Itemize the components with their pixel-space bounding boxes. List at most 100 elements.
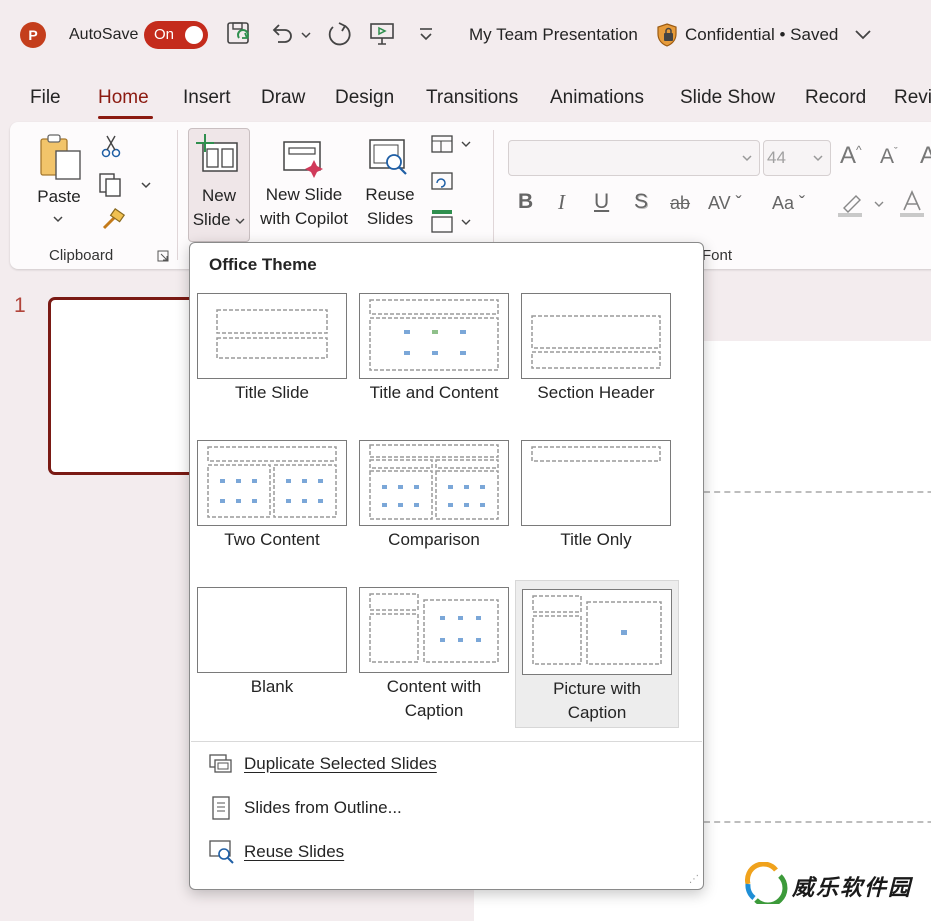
tab-slide-show[interactable]: Slide Show [680, 87, 775, 109]
layout-label: Title Slide [234, 383, 309, 402]
layout-label: Title Only [560, 530, 632, 549]
font-size-chevron-icon [813, 155, 823, 162]
layout-gallery-header: Office Theme [209, 255, 317, 274]
layout-two-content[interactable]: Two Content [191, 432, 353, 552]
font-name-combobox[interactable] [508, 140, 760, 176]
undo-dropdown-chevron-icon[interactable] [300, 30, 312, 40]
layout-label: Two Content [224, 530, 320, 549]
layout-title-only[interactable]: Title Only [515, 432, 677, 552]
ribbon-separator-2 [493, 130, 494, 260]
subtitle-placeholder-border [704, 821, 931, 823]
new-slide-dropdown: Office Theme Title Slide Title and Conte… [189, 242, 704, 890]
strikethrough-icon[interactable]: ab [670, 193, 690, 214]
reuse-slides-line1: Reuse [365, 185, 415, 204]
clipboard-launcher-icon[interactable] [157, 250, 169, 262]
new-slide-button[interactable]: New Slide [188, 128, 250, 242]
redo-icon[interactable] [325, 20, 353, 48]
reuse-slides-icon [209, 840, 234, 864]
watermark-text: 威乐软件园 [792, 875, 913, 900]
layout-label: Blank [250, 677, 294, 696]
clear-formatting-icon[interactable]: A [920, 142, 931, 170]
reuse-slides-item[interactable]: Reuse Slides [204, 835, 684, 869]
new-slide-icon [196, 134, 238, 172]
format-painter-icon[interactable] [100, 208, 126, 234]
new-slide-label-line1: New [201, 186, 236, 205]
layout-label: Section Header [537, 383, 655, 402]
autosave-toggle[interactable]: On [144, 21, 208, 49]
increase-font-size-icon[interactable]: A^ [840, 142, 862, 170]
reuse-slides-line2: Slides [366, 209, 414, 228]
reset-slide-icon[interactable] [430, 171, 456, 193]
layout-label: Content with Caption [353, 675, 515, 723]
tab-transitions[interactable]: Transitions [426, 87, 518, 109]
bold-icon[interactable]: B [518, 190, 533, 214]
layout-blank[interactable]: Blank [191, 579, 353, 699]
new-slide-copilot-line1: New Slide [265, 185, 343, 204]
tab-home[interactable]: Home [98, 87, 149, 109]
sensitivity-shield-icon [657, 23, 677, 47]
resize-grip-icon[interactable]: ⋰ [689, 874, 699, 885]
reuse-slides-icon[interactable] [367, 138, 413, 180]
clipboard-group-label: Clipboard [49, 247, 114, 264]
slides-from-outline-item[interactable]: Slides from Outline... [204, 791, 684, 825]
layout-section-header[interactable]: Section Header [515, 285, 677, 405]
layout-label: Picture with Caption [516, 677, 678, 725]
layout-label: Comparison [388, 530, 480, 549]
new-slide-copilot-icon[interactable] [281, 138, 327, 180]
layout-icon[interactable] [430, 134, 474, 156]
reuse-slides-label[interactable]: Reuse Slides [360, 183, 420, 231]
document-title[interactable]: My Team Presentation [469, 25, 638, 45]
paste-label[interactable]: Paste [30, 185, 88, 209]
tab-animations[interactable]: Animations [550, 87, 644, 109]
section-icon[interactable] [430, 208, 474, 236]
layout-content-with-caption[interactable]: Content with Caption [353, 579, 515, 725]
title-bar: P AutoSave On My Team Presentation Confi… [0, 0, 931, 70]
text-shadow-icon[interactable]: S [634, 190, 648, 214]
layout-picture-with-caption[interactable]: Picture with Caption [515, 580, 679, 728]
autosave-label: AutoSave [69, 26, 139, 43]
tab-review[interactable]: Revi [894, 87, 931, 109]
present-from-start-icon[interactable] [368, 20, 396, 48]
copy-chevron-icon[interactable] [140, 180, 152, 190]
layout-title-slide[interactable]: Title Slide [191, 285, 353, 405]
layout-comparison[interactable]: Comparison [353, 432, 515, 552]
new-slide-copilot-label[interactable]: New Slide with Copilot [252, 183, 356, 231]
new-slide-label-line2: Slide [189, 208, 249, 232]
sensitivity-status[interactable]: Confidential • Saved [685, 25, 838, 45]
save-icon[interactable] [225, 20, 253, 48]
watermark-logo-icon [745, 862, 788, 904]
tab-insert[interactable]: Insert [183, 87, 231, 109]
layout-thumbnail [197, 587, 347, 673]
underline-icon[interactable]: U [594, 190, 609, 214]
font-size-combobox[interactable]: 44 [763, 140, 831, 176]
layout-title-and-content[interactable]: Title and Content [353, 285, 515, 405]
cut-icon[interactable] [100, 133, 122, 159]
copy-icon[interactable] [98, 172, 126, 198]
decrease-font-size-icon[interactable]: Aˇ [880, 145, 898, 169]
autosave-state: On [154, 26, 175, 43]
font-group-label: Font [702, 247, 733, 264]
title-chevron-down-icon[interactable] [854, 28, 872, 42]
layout-label: Title and Content [369, 383, 499, 402]
layout-thumbnail [359, 293, 509, 379]
undo-icon[interactable] [268, 20, 296, 48]
tab-draw[interactable]: Draw [261, 87, 305, 109]
title-placeholder-border [704, 491, 931, 493]
tab-record[interactable]: Record [805, 87, 866, 109]
menu-item-label: Duplicate Selected Slides [244, 754, 437, 773]
active-tab-indicator [98, 116, 153, 119]
highlight-color-icon[interactable] [838, 190, 888, 218]
customize-qat-icon[interactable] [412, 20, 440, 48]
layout-thumbnail [521, 440, 671, 526]
paste-chevron-icon[interactable] [52, 214, 64, 224]
change-case-icon[interactable]: Aa ˇ [772, 193, 805, 214]
layout-thumbnail [359, 587, 509, 673]
tab-design[interactable]: Design [335, 87, 394, 109]
italic-icon[interactable]: I [558, 190, 565, 215]
duplicate-selected-slides-item[interactable]: Duplicate Selected Slides [204, 747, 684, 781]
layout-label-text: Content with Caption [386, 677, 482, 720]
font-color-icon[interactable] [900, 190, 926, 218]
tab-file[interactable]: File [30, 87, 61, 109]
character-spacing-icon[interactable]: AV ˇ [708, 193, 742, 214]
paste-icon[interactable] [38, 133, 84, 183]
